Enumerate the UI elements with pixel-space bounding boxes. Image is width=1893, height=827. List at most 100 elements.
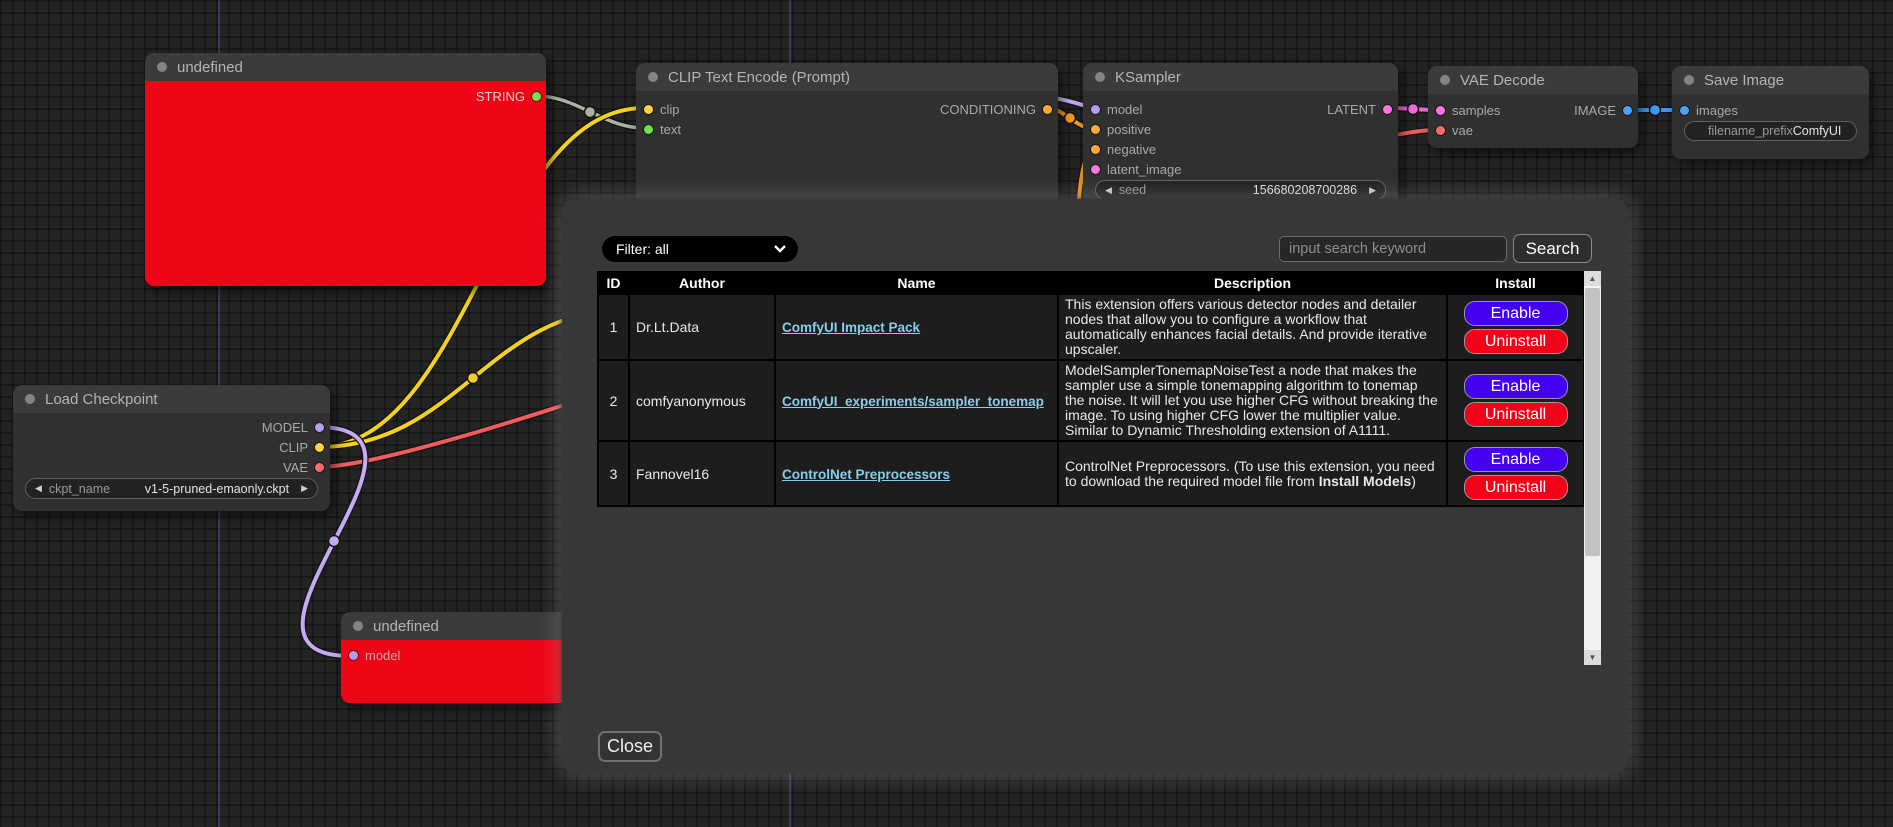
- output-port-model[interactable]: [315, 423, 324, 432]
- node-clip-text-encode[interactable]: CLIP Text Encode (Prompt) clip CONDITION…: [636, 63, 1058, 216]
- ckpt-name-widget[interactable]: ◀ ckpt_name v1-5-pruned-emaonly.ckpt ▶: [25, 478, 318, 499]
- output-port-string[interactable]: [532, 92, 541, 101]
- widget-name: ckpt_name: [49, 482, 110, 496]
- enable-button[interactable]: Enable: [1464, 301, 1568, 326]
- node-save-image[interactable]: Save Image images filename_prefix ComfyU…: [1672, 66, 1869, 159]
- node-undefined-top[interactable]: undefined STRING: [145, 53, 546, 286]
- input-port-images[interactable]: [1680, 106, 1689, 115]
- uninstall-button[interactable]: Uninstall: [1464, 475, 1568, 500]
- output-port-image[interactable]: [1623, 106, 1632, 115]
- filter-dropdown[interactable]: Filter: all: [602, 236, 798, 262]
- output-label-string: STRING: [476, 89, 525, 104]
- node-status-dot-icon: [353, 621, 363, 631]
- enable-button[interactable]: Enable: [1464, 374, 1568, 399]
- node-title-bar[interactable]: Save Image: [1672, 66, 1869, 94]
- seed-widget[interactable]: ◀ seed 156680208700286 ▶: [1095, 180, 1386, 200]
- enable-button[interactable]: Enable: [1464, 447, 1568, 472]
- input-port-text[interactable]: [644, 125, 653, 134]
- input-label-model: model: [1107, 102, 1142, 117]
- uninstall-button[interactable]: Uninstall: [1464, 402, 1568, 427]
- scrollbar-thumb[interactable]: [1585, 288, 1600, 556]
- table-scrollbar[interactable]: ▲ ▼: [1584, 271, 1601, 665]
- cell-install: Enable Uninstall: [1447, 360, 1584, 441]
- cell-install: Enable Uninstall: [1447, 441, 1584, 506]
- extension-link[interactable]: ControlNet Preprocessors: [782, 467, 950, 482]
- extension-link[interactable]: ComfyUI Impact Pack: [782, 320, 920, 335]
- node-ksampler[interactable]: KSampler model LATENT positive: [1083, 63, 1398, 216]
- input-port-model[interactable]: [1091, 105, 1100, 114]
- wire-midpoint-dot: [1408, 104, 1419, 115]
- input-port-clip[interactable]: [644, 105, 653, 114]
- scrollbar-up-icon[interactable]: ▲: [1584, 271, 1601, 286]
- input-label-model: model: [365, 648, 400, 663]
- table-row: 3 Fannovel16 ControlNet Preprocessors Co…: [598, 441, 1584, 506]
- output-label-image: IMAGE: [1574, 103, 1616, 118]
- header-name: Name: [775, 272, 1058, 294]
- node-vae-decode[interactable]: VAE Decode samples IMAGE vae: [1428, 66, 1638, 148]
- output-port-clip[interactable]: [315, 443, 324, 452]
- widget-name: filename_prefix: [1708, 124, 1793, 138]
- node-title: CLIP Text Encode (Prompt): [668, 69, 850, 86]
- table-row: 1 Dr.Lt.Data ComfyUI Impact Pack This ex…: [598, 294, 1584, 360]
- search-input[interactable]: [1279, 236, 1507, 262]
- node-title-bar[interactable]: undefined: [145, 53, 546, 81]
- widget-value: v1-5-pruned-emaonly.ckpt: [145, 482, 289, 496]
- cell-author: Dr.Lt.Data: [629, 294, 775, 360]
- widget-decrement-icon[interactable]: ◀: [1105, 186, 1112, 195]
- node-title-bar[interactable]: Load Checkpoint: [13, 385, 330, 413]
- output-port-vae[interactable]: [315, 463, 324, 472]
- output-label-vae: VAE: [283, 460, 308, 475]
- wire-midpoint-dot: [585, 107, 596, 118]
- filename-prefix-widget[interactable]: filename_prefix ComfyUI: [1684, 121, 1857, 141]
- node-status-dot-icon: [1095, 72, 1105, 82]
- node-status-dot-icon: [648, 72, 658, 82]
- node-load-checkpoint[interactable]: Load Checkpoint MODEL CLIP VAE ◀ ckpt_na…: [13, 385, 330, 511]
- input-port-negative[interactable]: [1091, 145, 1100, 154]
- node-title-bar[interactable]: CLIP Text Encode (Prompt): [636, 63, 1058, 91]
- widget-name: seed: [1119, 183, 1146, 197]
- cell-id: 2: [598, 360, 629, 441]
- search-button[interactable]: Search: [1513, 234, 1592, 263]
- input-label-clip: clip: [660, 102, 680, 117]
- input-port-vae[interactable]: [1436, 126, 1445, 135]
- output-label-clip: CLIP: [279, 440, 308, 455]
- cell-description: ControlNet Preprocessors. (To use this e…: [1058, 441, 1447, 506]
- cell-description: This extension offers various detector n…: [1058, 294, 1447, 360]
- header-install: Install: [1447, 272, 1584, 294]
- cell-id: 3: [598, 441, 629, 506]
- input-port-samples[interactable]: [1436, 106, 1445, 115]
- wire-midpoint-dot: [468, 373, 479, 384]
- output-port-latent[interactable]: [1383, 105, 1392, 114]
- input-port-model[interactable]: [349, 651, 358, 660]
- scrollbar-down-icon[interactable]: ▼: [1584, 650, 1601, 665]
- node-title: Load Checkpoint: [45, 391, 158, 408]
- node-title: VAE Decode: [1460, 72, 1545, 89]
- wire-midpoint-dot: [1650, 105, 1661, 116]
- node-undefined-bottom[interactable]: undefined model: [341, 612, 581, 703]
- node-title-bar[interactable]: undefined: [341, 612, 581, 640]
- comfyui-canvas[interactable]: undefined STRING CLIP Text Encode (Promp…: [0, 0, 1893, 827]
- input-label-samples: samples: [1452, 103, 1500, 118]
- input-label-positive: positive: [1107, 122, 1151, 137]
- widget-prev-icon[interactable]: ◀: [35, 484, 42, 493]
- output-label-conditioning: CONDITIONING: [940, 102, 1036, 117]
- output-port-conditioning[interactable]: [1043, 105, 1052, 114]
- widget-increment-icon[interactable]: ▶: [1369, 186, 1376, 195]
- cell-id: 1: [598, 294, 629, 360]
- close-button[interactable]: Close: [598, 731, 662, 762]
- uninstall-button[interactable]: Uninstall: [1464, 329, 1568, 354]
- node-title-bar[interactable]: VAE Decode: [1428, 66, 1638, 94]
- node-title: Save Image: [1704, 72, 1784, 89]
- node-status-dot-icon: [157, 62, 167, 72]
- cell-description: ModelSamplerTonemapNoiseTest a node that…: [1058, 360, 1447, 441]
- filter-dropdown-wrap: Filter: all: [602, 236, 798, 262]
- header-description: Description: [1058, 272, 1447, 294]
- input-label-images: images: [1696, 103, 1738, 118]
- input-port-latent-image[interactable]: [1091, 165, 1100, 174]
- extension-link[interactable]: ComfyUI_experiments/sampler_tonemap: [782, 394, 1044, 409]
- input-port-positive[interactable]: [1091, 125, 1100, 134]
- output-label-model: MODEL: [262, 420, 308, 435]
- widget-next-icon[interactable]: ▶: [301, 484, 308, 493]
- extension-table: ID Author Name Description Install 1 Dr.…: [597, 271, 1585, 507]
- node-title-bar[interactable]: KSampler: [1083, 63, 1398, 91]
